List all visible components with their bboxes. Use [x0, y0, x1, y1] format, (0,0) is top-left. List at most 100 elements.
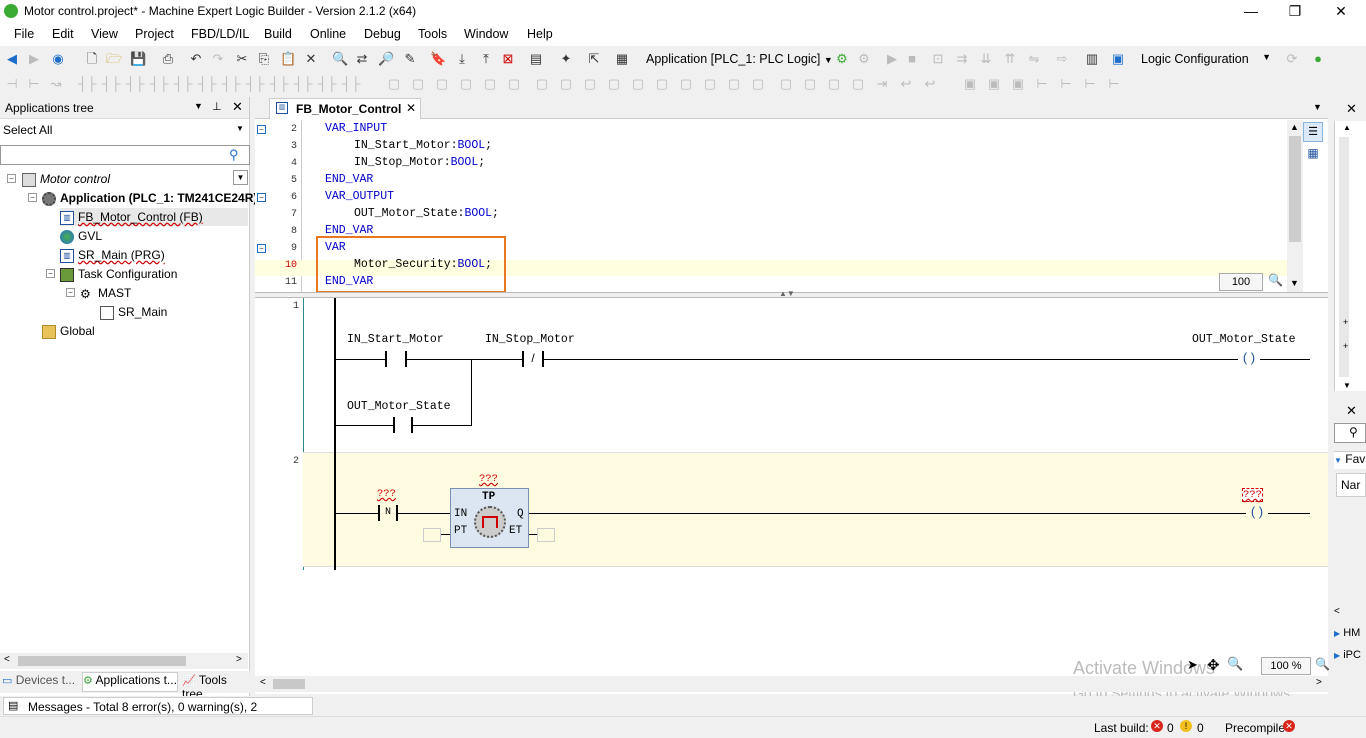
- scroll-left-icon[interactable]: <: [260, 677, 266, 688]
- pointer-icon[interactable]: ➤: [1187, 657, 1198, 673]
- ld-return-icon[interactable]: ↩: [898, 76, 914, 92]
- tab-tools-tree[interactable]: 📈 Tools tree: [182, 673, 250, 701]
- favorites-section[interactable]: ▼ Fav: [1334, 451, 1366, 469]
- step-into-icon[interactable]: ⇊: [978, 51, 994, 67]
- scroll-right-icon[interactable]: >: [1316, 677, 1322, 688]
- menu-project[interactable]: Project: [135, 27, 174, 41]
- ld-return-icon[interactable]: ↩: [922, 76, 938, 92]
- no-contact[interactable]: [385, 351, 407, 367]
- magnifier-icon[interactable]: 🔍: [1227, 656, 1243, 672]
- ld-box-icon[interactable]: ▢: [410, 76, 426, 92]
- declaration-scrollbar[interactable]: ▲ ▼: [1287, 120, 1303, 292]
- fb-input-pin[interactable]: PT: [454, 525, 467, 537]
- save-icon[interactable]: 💾: [130, 51, 146, 67]
- declaration-zoom[interactable]: 100: [1219, 273, 1263, 291]
- menu-tools[interactable]: Tools: [418, 27, 447, 41]
- ladder-horizontal-scrollbar[interactable]: < >: [255, 676, 1328, 692]
- insert-icon[interactable]: ✦: [558, 51, 574, 67]
- messages-tab[interactable]: ▤ Messages - Total 8 error(s), 0 warning…: [3, 697, 313, 728]
- menu-window[interactable]: Window: [464, 27, 508, 41]
- pan-icon[interactable]: ✥: [1207, 656, 1220, 674]
- ld-contact-icon[interactable]: ┤├: [174, 76, 192, 92]
- ld-tool-icon[interactable]: ⊢: [1058, 76, 1074, 92]
- clipboard-icon[interactable]: ▤: [528, 51, 544, 67]
- et-output-box[interactable]: [537, 528, 555, 542]
- ld-contact-icon[interactable]: ┤├: [294, 76, 312, 92]
- ipc-section[interactable]: ▶ iPC: [1334, 649, 1366, 667]
- scrollbar-thumb[interactable]: [273, 679, 305, 689]
- menu-build[interactable]: Build: [264, 27, 292, 41]
- collapse-toggle[interactable]: −: [7, 174, 16, 183]
- scroll-down-icon[interactable]: ▼: [1343, 381, 1351, 390]
- tree-item-sr-main-call[interactable]: SR_Main: [100, 303, 167, 321]
- tree-item-global[interactable]: Global: [42, 322, 95, 340]
- bookmark-clear-icon[interactable]: ⊠: [500, 51, 516, 67]
- menu-online[interactable]: Online: [310, 27, 346, 41]
- expand-icon[interactable]: +: [1343, 341, 1348, 351]
- tree-search-input[interactable]: ⚲: [0, 145, 250, 165]
- ld-contact-icon[interactable]: ┤├: [150, 76, 168, 92]
- panel-menu-icon[interactable]: ▼: [194, 101, 203, 111]
- ld-contact-icon[interactable]: ┤├: [198, 76, 216, 92]
- code-line[interactable]: END_VAR: [325, 173, 373, 186]
- pt-input-box[interactable]: [423, 528, 441, 542]
- ld-tool-icon[interactable]: ⊢: [1082, 76, 1098, 92]
- step-out-icon[interactable]: ⇈: [1002, 51, 1018, 67]
- toolbox-search-input[interactable]: ⚲: [1334, 423, 1366, 443]
- tree-item-sr-main[interactable]: ▥ SR_Main (PRG): [60, 246, 165, 264]
- ld-contact-icon[interactable]: ┤├: [102, 76, 120, 92]
- coil[interactable]: ( ): [1246, 504, 1268, 522]
- splitter-arrows-icon[interactable]: ▲▼: [779, 289, 795, 298]
- name-column-header[interactable]: Nar: [1336, 473, 1366, 497]
- ld-tool-icon[interactable]: ⊢: [1106, 76, 1122, 92]
- ld-contact-icon[interactable]: ┤├: [342, 76, 360, 92]
- minimize-button[interactable]: —: [1228, 0, 1274, 24]
- fold-toggle[interactable]: −: [257, 125, 266, 134]
- collapse-toggle[interactable]: −: [28, 193, 37, 202]
- menu-fbd-ld-il[interactable]: FBD/LD/IL: [191, 27, 249, 41]
- ld-box-icon[interactable]: ▢: [386, 76, 402, 92]
- horizontal-scrollbar[interactable]: < >: [0, 653, 248, 669]
- tree-item-fb-motor-control[interactable]: ▥ FB_Motor_Control (FB): [60, 208, 248, 226]
- menu-view[interactable]: View: [91, 27, 118, 41]
- ld-contact-icon[interactable]: ┤├: [78, 76, 96, 92]
- ld-box-icon[interactable]: ▢: [606, 76, 622, 92]
- new-project-icon[interactable]: 🗋: [84, 51, 100, 67]
- code-line[interactable]: IN_Start_Motor:BOOL;: [354, 139, 492, 152]
- tab-applications-tree[interactable]: ⚙ Applications t...: [82, 672, 178, 692]
- collapse-toggle[interactable]: −: [66, 288, 75, 297]
- ld-tool-icon[interactable]: ⊣: [4, 76, 20, 92]
- tab-close-icon[interactable]: ✕: [406, 101, 416, 115]
- hmi-section[interactable]: ▶ HM: [1334, 627, 1366, 645]
- tp-function-block[interactable]: TP IN PT Q ET: [450, 488, 529, 548]
- coil[interactable]: ( ): [1238, 350, 1260, 368]
- ld-contact-icon[interactable]: ┤├: [318, 76, 336, 92]
- panel-close-button[interactable]: ✕: [1346, 101, 1357, 117]
- ld-jump-icon[interactable]: ⇥: [874, 76, 890, 92]
- zoom-icon[interactable]: 🔍: [1268, 273, 1283, 287]
- ladder-editor[interactable]: 1 IN_Start_Motor IN_Stop_Motor / OUT_Mot…: [255, 298, 1328, 678]
- expand-icon[interactable]: +: [1343, 317, 1348, 327]
- fb-input-pin[interactable]: IN: [454, 508, 467, 520]
- ld-box-icon[interactable]: ▢: [802, 76, 818, 92]
- bookmark-next-icon[interactable]: ⤓: [454, 51, 470, 67]
- ld-box-icon[interactable]: ▢: [726, 76, 742, 92]
- open-project-icon[interactable]: 🗁: [106, 51, 122, 67]
- tree-dropdown-icon[interactable]: ▼: [233, 170, 248, 185]
- ld-box-icon[interactable]: ▢: [750, 76, 766, 92]
- ld-tool-icon[interactable]: ▣: [986, 76, 1002, 92]
- tree-item-mast[interactable]: ⚙ MAST: [80, 284, 131, 302]
- scrollbar-thumb[interactable]: [18, 656, 186, 666]
- device-icon[interactable]: ▦: [614, 51, 630, 67]
- precompile-error-icon[interactable]: ✕: [1283, 720, 1295, 732]
- scroll-up-icon[interactable]: ▲: [1343, 123, 1351, 132]
- ld-box-icon[interactable]: ▢: [826, 76, 842, 92]
- negative-edge-contact[interactable]: N: [378, 505, 398, 521]
- ld-box-icon[interactable]: ▢: [678, 76, 694, 92]
- search-icon[interactable]: ⚲: [229, 147, 239, 163]
- ld-box-icon[interactable]: ▢: [850, 76, 866, 92]
- ld-box-icon[interactable]: ▢: [630, 76, 646, 92]
- run-icon[interactable]: ▶: [884, 51, 900, 67]
- zoom-icon[interactable]: 🔍: [1315, 657, 1330, 671]
- tree-item-project[interactable]: Motor control: [22, 170, 110, 188]
